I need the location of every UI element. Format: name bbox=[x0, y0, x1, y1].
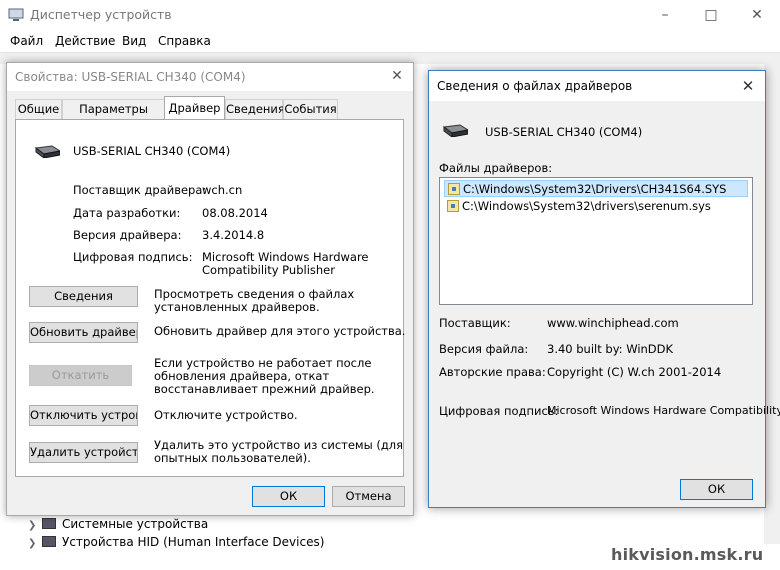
df-signer-value: Microsoft Windows Hardware Compatibility bbox=[547, 404, 780, 417]
disable-device-desc: Отключите устройство. bbox=[154, 408, 298, 422]
device-name: USB-SERIAL CH340 (COM4) bbox=[73, 144, 231, 158]
df-provider-value: www.winchiphead.com bbox=[547, 316, 679, 330]
date-label: Дата разработки: bbox=[73, 206, 181, 220]
update-driver-desc: Обновить драйвер для этого устройства. bbox=[154, 324, 406, 338]
driver-files-dialog-title: Сведения о файлах драйверов bbox=[437, 79, 633, 93]
close-icon: ✕ bbox=[751, 7, 763, 23]
expand-arrow-icon[interactable]: ❯ bbox=[28, 520, 42, 531]
driver-files-list[interactable]: C:\Windows\System32\Drivers\CH341S64.SYS… bbox=[439, 177, 753, 305]
minimize-icon: – bbox=[661, 7, 669, 23]
main-vertical-scrollbar[interactable] bbox=[764, 64, 780, 544]
menu-action[interactable]: Действие bbox=[55, 34, 115, 48]
signer-value-line2: Compatibility Publisher bbox=[202, 263, 335, 277]
menu-file[interactable]: Файл bbox=[10, 34, 43, 48]
rollback-desc-line2: обновления драйвера, откат bbox=[154, 369, 330, 383]
close-icon: ✕ bbox=[391, 68, 403, 84]
driver-files-dialog: Сведения о файлах драйверов ✕ USB-SERIAL… bbox=[428, 70, 780, 508]
properties-dialog-titlebar: Свойства: USB-SERIAL CH340 (COM4) ✕ bbox=[7, 63, 413, 91]
tab-events[interactable]: События bbox=[283, 99, 338, 119]
provider-label: Поставщик драйвера: bbox=[73, 183, 207, 197]
tab-driver[interactable]: Драйвер bbox=[164, 96, 225, 120]
df-copyright-label: Авторские права: bbox=[439, 365, 546, 379]
driver-file-icon bbox=[448, 183, 460, 195]
df-provider-label: Поставщик: bbox=[439, 316, 511, 330]
uninstall-device-button[interactable]: Удалить устройство bbox=[29, 442, 138, 463]
df-file-version-label: Версия файла: bbox=[439, 342, 529, 356]
driver-files-close-button[interactable]: ✕ bbox=[737, 76, 759, 96]
tree-item-hid-devices[interactable]: ❯ Устройства HID (Human Interface Devices… bbox=[28, 535, 324, 549]
disable-device-button[interactable]: Отключить устройство bbox=[29, 405, 138, 426]
driver-files-ok-button[interactable]: ОК bbox=[680, 479, 753, 500]
signer-label: Цифровая подпись: bbox=[73, 250, 193, 264]
file-row[interactable]: C:\Windows\System32\Drivers\CH341S64.SYS bbox=[444, 180, 748, 197]
minimize-button[interactable]: – bbox=[642, 0, 688, 30]
rollback-desc-line3: восстанавливает прежний драйвер. bbox=[154, 382, 375, 396]
uninstall-desc-line2: опытных пользователей). bbox=[154, 451, 311, 465]
driver-files-label: Файлы драйверов: bbox=[439, 161, 553, 175]
date-value: 08.08.2014 bbox=[202, 206, 268, 220]
rollback-desc-line1: Если устройство не работает после bbox=[154, 356, 372, 370]
close-button[interactable]: ✕ bbox=[734, 0, 780, 30]
usb-device-icon bbox=[34, 145, 60, 158]
main-window-title: Диспетчер устройств bbox=[30, 7, 172, 22]
watermark: hikvision.msk.ru bbox=[611, 545, 764, 564]
uninstall-desc-line1: Удалить это устройство из системы (для bbox=[154, 438, 404, 452]
details-desc-line2: установленных драйверов. bbox=[154, 300, 320, 314]
tab-details[interactable]: Сведения bbox=[225, 99, 285, 119]
file-row[interactable]: C:\Windows\System32\drivers\serenum.sys bbox=[444, 198, 748, 215]
properties-close-button[interactable]: ✕ bbox=[387, 66, 407, 86]
df-file-version-value: 3.40 built by: WinDDK bbox=[547, 342, 674, 356]
df-copyright-value: Copyright (C) W.ch 2001-2014 bbox=[547, 365, 722, 379]
main-titlebar: Диспетчер устройств – □ ✕ bbox=[0, 0, 780, 30]
menu-help[interactable]: Справка bbox=[158, 34, 211, 48]
driver-tab-panel: USB-SERIAL CH340 (COM4) Поставщик драйве… bbox=[15, 119, 406, 477]
rollback-button[interactable]: Откатить bbox=[29, 365, 132, 386]
version-value: 3.4.2014.8 bbox=[202, 228, 265, 242]
provider-value: wch.cn bbox=[202, 183, 243, 197]
tab-port-settings[interactable]: Параметры порта bbox=[62, 99, 165, 135]
update-driver-button[interactable]: Обновить драйвер bbox=[29, 322, 138, 343]
df-signer-label: Цифровая подпись: bbox=[439, 404, 559, 418]
driver-files-dialog-titlebar: Сведения о файлах драйверов ✕ bbox=[429, 71, 765, 101]
close-icon: ✕ bbox=[741, 77, 755, 95]
driver-files-device-name: USB-SERIAL CH340 (COM4) bbox=[485, 125, 643, 139]
details-button[interactable]: Сведения bbox=[29, 286, 138, 307]
signer-value-line1: Microsoft Windows Hardware bbox=[202, 250, 369, 264]
usb-device-icon bbox=[442, 124, 468, 137]
details-desc-line1: Просмотреть сведения о файлах bbox=[154, 287, 355, 301]
menubar: Файл Действие Вид Справка bbox=[0, 30, 780, 52]
version-label: Версия драйвера: bbox=[73, 228, 182, 242]
system-device-icon bbox=[42, 518, 56, 529]
hid-device-icon bbox=[42, 536, 56, 547]
expand-arrow-icon[interactable]: ❯ bbox=[28, 538, 42, 549]
tab-general[interactable]: Общие bbox=[15, 99, 62, 119]
ok-button[interactable]: ОК bbox=[252, 486, 325, 507]
maximize-icon: □ bbox=[704, 7, 718, 23]
maximize-button[interactable]: □ bbox=[688, 0, 734, 30]
driver-file-icon bbox=[447, 200, 459, 212]
properties-dialog: Свойства: USB-SERIAL CH340 (COM4) ✕ Общи… bbox=[6, 62, 414, 516]
device-manager-icon bbox=[8, 8, 24, 21]
menu-view[interactable]: Вид bbox=[122, 34, 146, 48]
tree-item-system-devices[interactable]: ❯ Системные устройства bbox=[28, 517, 208, 531]
cancel-button[interactable]: Отмена bbox=[332, 486, 405, 507]
properties-dialog-title: Свойства: USB-SERIAL CH340 (COM4) bbox=[15, 70, 246, 84]
